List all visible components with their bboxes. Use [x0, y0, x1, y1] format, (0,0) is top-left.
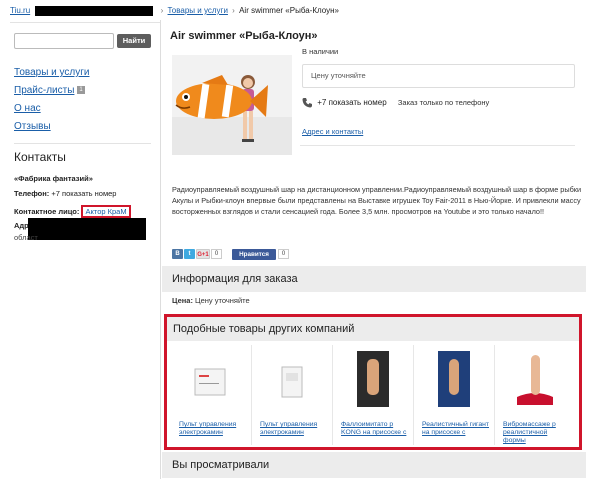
sidebar-item-products: Товары и услуги — [14, 64, 154, 82]
similar-products-title: Подобные товары других компаний — [173, 323, 355, 335]
product-card[interactable]: Реалистичный гигант на присоске с — [414, 345, 495, 445]
sidebar-item-price-lists: Прайс-листы 1 — [14, 82, 154, 100]
company-name: «Фабрика фантазий» — [14, 174, 93, 183]
order-info-title: Информация для заказа — [172, 273, 298, 285]
breadcrumb-home-link[interactable]: Tiu.ru — [10, 6, 30, 15]
product-card-name[interactable]: Реалистичный гигант на присоске с — [422, 421, 490, 445]
person-value: Актор КраМ — [81, 205, 131, 218]
search-input[interactable] — [14, 33, 114, 49]
breadcrumb-current: Air swimmer «Рыба-Клоун» — [239, 6, 339, 15]
order-price-label: Цена: — [172, 296, 193, 305]
breadcrumb: Tiu.ru › Товары и услуги › Air swimmer «… — [10, 4, 600, 18]
column-divider — [160, 20, 161, 479]
search-button[interactable]: Найти — [117, 34, 151, 48]
product-thumbnail — [357, 351, 389, 407]
divider — [300, 145, 575, 146]
similar-products-list: Пульт управления электрокамин Пульт упра… — [171, 345, 577, 445]
viewed-title: Вы просматривали — [172, 459, 270, 471]
divider — [10, 22, 160, 23]
product-card-name[interactable]: Пульт управления электрокамин — [260, 421, 328, 445]
price-box: Цену уточняйте — [302, 64, 575, 88]
count-badge: 1 — [77, 86, 85, 95]
address-region: област — [14, 233, 38, 242]
redacted-block — [35, 5, 154, 16]
redacted-block — [28, 218, 146, 240]
person-label: Контактное лицо: — [14, 207, 80, 216]
sidebar-search: Найти — [14, 33, 151, 49]
product-thumbnail — [281, 366, 303, 398]
contact-phone: Телефон: +7 показать номер — [14, 189, 116, 198]
sidebar-item-link[interactable]: Отзывы — [14, 121, 51, 132]
contacts-title: Контакты — [14, 150, 66, 164]
breadcrumb-separator: › — [160, 6, 164, 15]
product-thumbnail — [194, 368, 226, 396]
order-price-row: Цена: Цену уточняйте — [172, 296, 250, 305]
product-image[interactable] — [172, 55, 292, 155]
breadcrumb-separator: › — [232, 6, 235, 15]
show-phone-link[interactable]: +7 показать номер — [317, 98, 386, 107]
product-thumbnail — [438, 351, 470, 407]
sidebar-item-reviews: Отзывы — [14, 118, 154, 136]
divider — [14, 143, 151, 144]
facebook-like-button[interactable]: Нравится — [232, 248, 276, 260]
twitter-share-button[interactable]: t — [184, 249, 195, 259]
breadcrumb-category-link[interactable]: Товары и услуги — [168, 6, 228, 15]
product-card[interactable]: Пульт управления электрокамин — [171, 345, 252, 445]
product-card[interactable]: Пульт управления электрокамин — [252, 345, 333, 445]
phone-note: Заказ только по телефону — [397, 98, 490, 107]
order-price-value: Цену уточняйте — [195, 296, 250, 305]
sidebar-item-link[interactable]: Товары и услуги — [14, 67, 90, 78]
phone-label: Телефон: — [14, 189, 50, 198]
gplus-button[interactable]: G+1 — [196, 249, 210, 259]
product-card[interactable]: Фаллоимитато р KONG на присоске с — [333, 345, 414, 445]
facebook-like-count: 0 — [278, 249, 289, 259]
contact-person: Контактное лицо: Актор КраМ — [14, 205, 131, 218]
gplus-count: 0 — [211, 249, 222, 259]
product-card[interactable]: Вибромассаже р реалистичной формы — [495, 345, 576, 445]
product-thumbnail — [517, 355, 553, 405]
sidebar-nav: Товары и услуги Прайс-листы 1 О нас Отзыв… — [14, 64, 154, 136]
product-card-name[interactable]: Фаллоимитато р KONG на присоске с — [341, 421, 409, 445]
page-title: Air swimmer «Рыба-Клоун» — [170, 30, 318, 42]
phone-row: +7 показать номер Заказ только по телефо… — [302, 96, 489, 110]
product-card-name[interactable]: Вибромассаже р реалистичной формы — [503, 421, 571, 445]
address-contacts-link[interactable]: Адрес и контакты — [302, 127, 363, 136]
social-share-bar: В t G+1 0 Нравится 0 — [172, 248, 299, 260]
product-description: Радиоуправляемый воздушный шар на дистан… — [172, 185, 582, 216]
sidebar-item-link[interactable]: О нас — [14, 103, 41, 114]
product-card-name[interactable]: Пульт управления электрокамин — [179, 421, 247, 445]
vk-share-button[interactable]: В — [172, 249, 183, 259]
sidebar-item-about: О нас — [14, 100, 154, 118]
phone-icon — [302, 98, 312, 108]
phone-value[interactable]: +7 показать номер — [51, 189, 116, 198]
sidebar-item-link[interactable]: Прайс-листы — [14, 85, 74, 96]
availability-status: В наличии — [302, 47, 339, 56]
similar-products-panel: Подобные товары других компаний Пульт уп… — [164, 314, 582, 450]
